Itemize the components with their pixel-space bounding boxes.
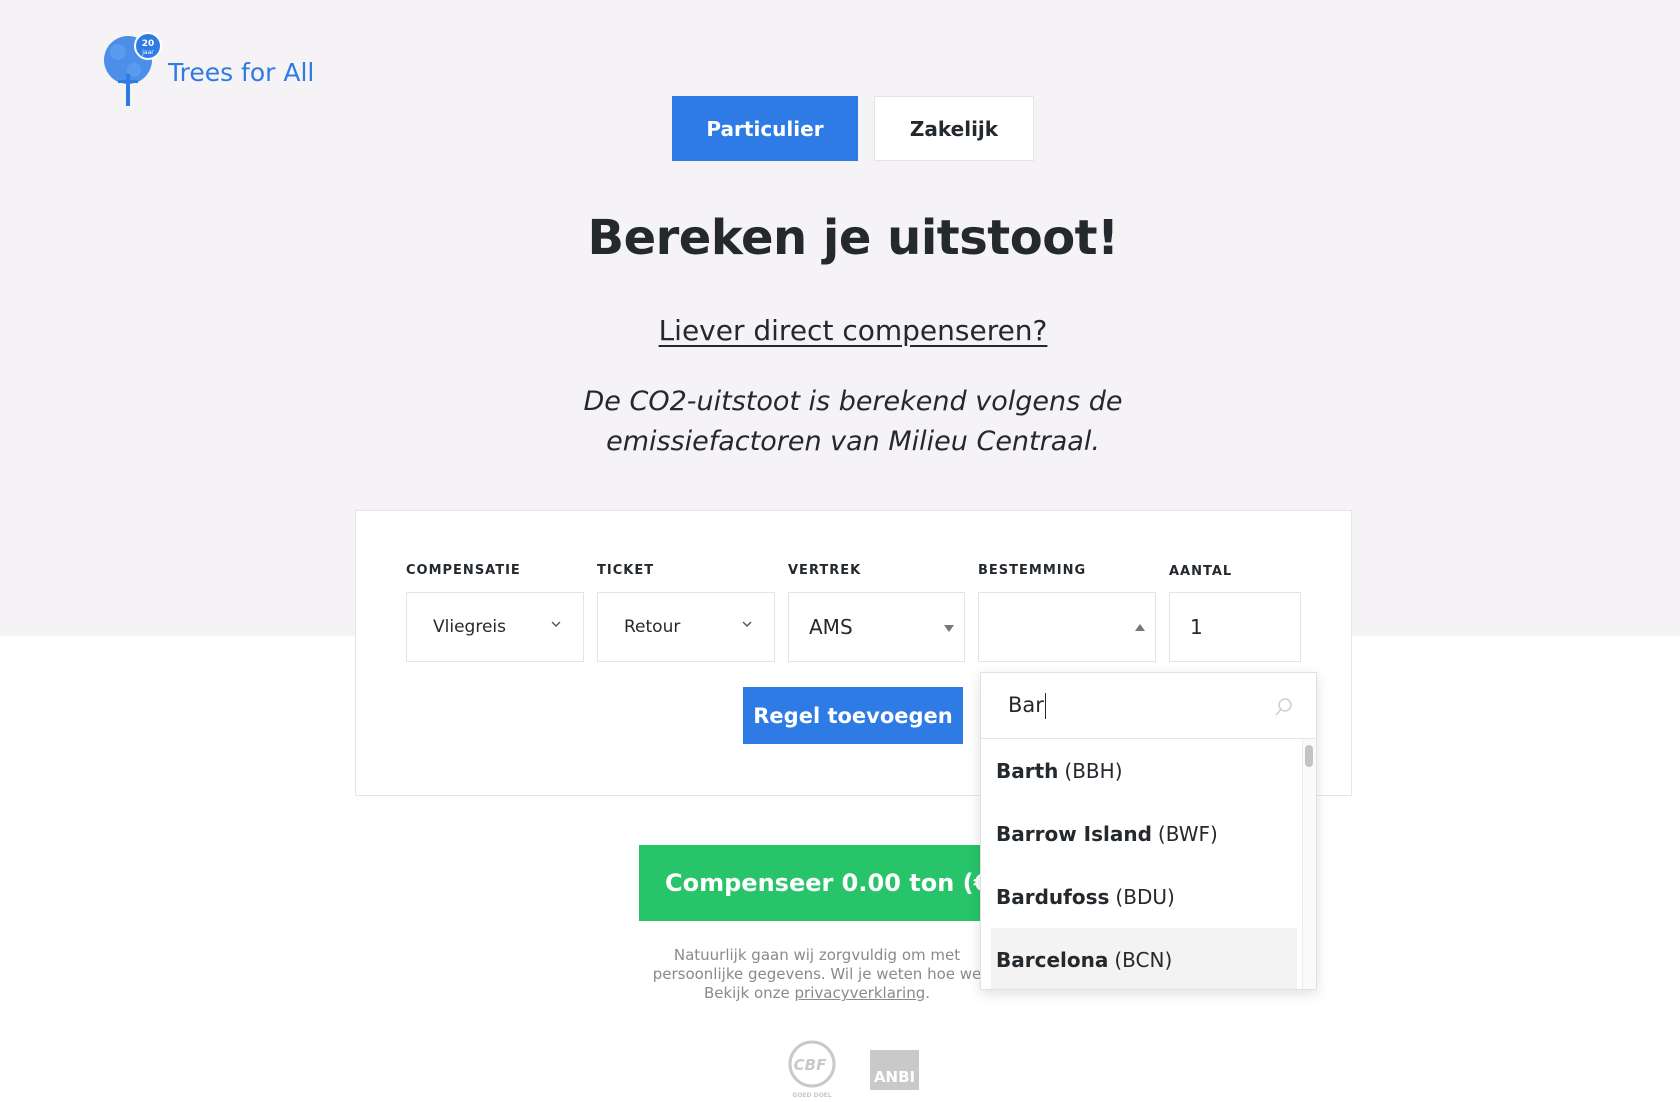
privacy-line-2: persoonlijke gegevens. Wil je weten hoe … xyxy=(652,965,982,983)
privacy-line-3: Bekijk onze privacyverklaring. xyxy=(640,984,994,1003)
bestemming-label: BESTEMMING xyxy=(978,563,1087,578)
privacy-link[interactable]: privacyverklaring xyxy=(795,984,926,1002)
destination-search-input[interactable]: Bar xyxy=(981,673,1316,739)
option-code: (BCN) xyxy=(1114,947,1173,972)
ticket-select[interactable]: Retour xyxy=(597,592,775,662)
option-code: (BBH) xyxy=(1064,758,1123,783)
option-name: Barcelona xyxy=(996,947,1109,972)
direct-compensate-link-wrap: Liever direct compenseren? xyxy=(0,314,1680,347)
ticket-label: TICKET xyxy=(597,563,655,578)
add-row-button[interactable]: Regel toevoegen xyxy=(743,687,963,744)
aantal-input[interactable]: 1 xyxy=(1169,592,1301,662)
privacy-line-3-prefix: Bekijk onze xyxy=(703,984,790,1002)
privacy-notice: Natuurlijk gaan wij zorgvuldig om met pe… xyxy=(640,946,994,1003)
privacy-line-1: Natuurlijk gaan wij zorgvuldig om met xyxy=(673,946,961,964)
compensatie-select[interactable]: Vliegreis xyxy=(406,592,584,662)
bestemming-select[interactable] xyxy=(978,592,1156,662)
list-item[interactable]: Barth (BBH) xyxy=(991,739,1297,802)
brand-name: Trees for All xyxy=(168,57,315,87)
dropdown-arrow-up-icon xyxy=(1135,624,1145,631)
tree-logo-icon: 20 jaar xyxy=(104,32,162,106)
direct-compensate-link[interactable]: Liever direct compenseren? xyxy=(659,314,1048,347)
compensatie-value: Vliegreis xyxy=(433,617,506,637)
emission-subtitle: De CO2-uitstoot is berekend volgens de e… xyxy=(583,386,1123,457)
compensatie-label: COMPENSATIE xyxy=(406,563,521,578)
logo-badge-unit: jaar xyxy=(141,49,154,56)
ticket-value: Retour xyxy=(624,617,681,637)
list-item[interactable]: Barrow Island (BWF) xyxy=(991,802,1297,865)
option-code: (BWF) xyxy=(1157,821,1218,846)
chevron-down-icon xyxy=(551,621,561,627)
dropdown-arrow-icon xyxy=(944,625,954,632)
zakelijk-tab[interactable]: Zakelijk xyxy=(874,96,1034,161)
text-caret xyxy=(1044,692,1046,719)
destination-options: Barth (BBH) Barrow Island (BWF) Bardufoss(… xyxy=(991,739,1297,989)
search-query: Bar xyxy=(981,692,1046,719)
option-name: Barrow Island xyxy=(996,821,1152,846)
dropdown-scrollbar-thumb[interactable] xyxy=(1305,745,1313,767)
option-name: Barth xyxy=(996,758,1059,783)
cbf-badge-icon: CBF GOED DOEL xyxy=(788,1040,836,1099)
dropdown-scrollbar[interactable] xyxy=(1302,739,1316,989)
logo-badge-number: 20 xyxy=(142,39,155,49)
cbf-badge-sublabel: GOED DOEL xyxy=(792,1092,831,1099)
vertrek-select[interactable]: AMS xyxy=(788,592,965,662)
page-title: Bereken je uitstoot! xyxy=(587,210,1119,266)
vertrek-value: AMS xyxy=(809,615,853,639)
compensate-button[interactable]: Compenseer 0.00 ton (€0.00) xyxy=(639,845,985,921)
anbi-badge: ANBI xyxy=(870,1050,919,1090)
brand-logo[interactable]: 20 jaar Trees for All xyxy=(100,30,314,108)
chevron-down-icon xyxy=(742,621,752,627)
option-name: Bardufoss xyxy=(996,884,1110,909)
option-code: (BDU) xyxy=(1115,884,1175,909)
aantal-label: AANTAL xyxy=(1169,564,1233,579)
search-query-text: Bar xyxy=(1008,692,1044,717)
list-item[interactable]: Bardufoss (BDU) xyxy=(991,865,1297,928)
vertrek-label: VERTREK xyxy=(788,563,862,578)
search-icon xyxy=(1275,698,1292,716)
particulier-tab[interactable]: Particulier xyxy=(672,96,858,161)
list-item-highlighted[interactable]: Barcelona (BCN) xyxy=(991,928,1297,989)
privacy-line-3-suffix: . xyxy=(925,984,931,1002)
aantal-value: 1 xyxy=(1190,615,1203,639)
cbf-badge-label: CBF xyxy=(794,1056,827,1074)
destination-dropdown: Bar Barth (BBH) Barrow Island (BWF) Barduf… xyxy=(980,672,1317,990)
